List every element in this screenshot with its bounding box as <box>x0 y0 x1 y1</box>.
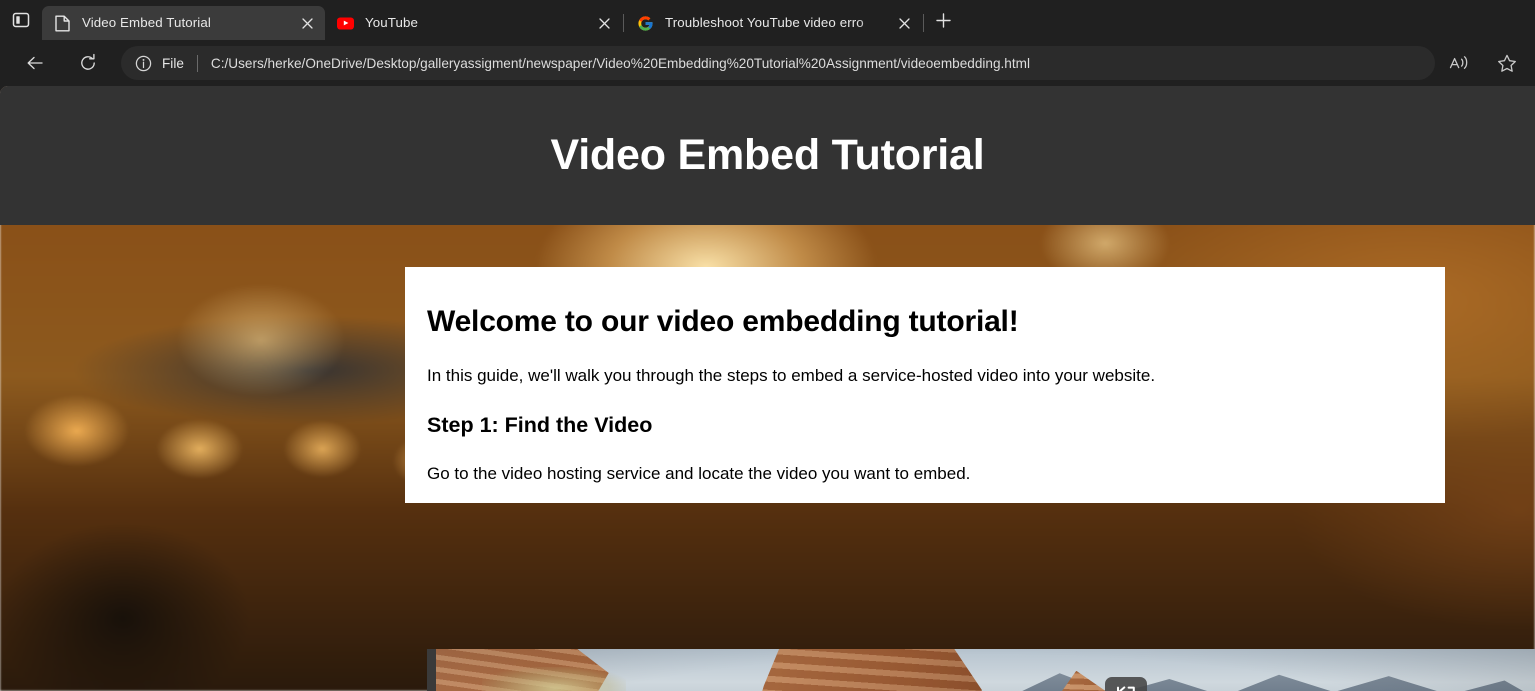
step-1-heading: Step 1: Find the Video <box>427 412 653 437</box>
picture-in-picture-icon <box>1117 686 1135 691</box>
tab-search-button[interactable] <box>0 0 42 40</box>
tab-title: Troubleshoot YouTube video erro <box>665 15 864 30</box>
content-card: Welcome to our video embedding tutorial!… <box>405 267 1445 504</box>
plus-icon <box>935 12 951 28</box>
tab-divider <box>623 14 624 32</box>
tab-youtube[interactable]: YouTube <box>325 6 622 40</box>
tab-divider <box>923 14 924 32</box>
read-aloud-icon <box>1449 55 1467 69</box>
read-aloud-button[interactable] <box>1441 48 1477 78</box>
tab-strip: Video Embed Tutorial YouTube Troubleshoo… <box>0 0 1535 40</box>
step-1-paragraph: Go to the video hosting service and loca… <box>427 464 971 484</box>
close-icon <box>898 17 910 29</box>
video-frame <box>427 649 1535 691</box>
tab-troubleshoot-youtube[interactable]: Troubleshoot YouTube video erro <box>625 6 922 40</box>
tab-search-icon <box>12 12 30 28</box>
page-header-banner: Video Embed Tutorial <box>0 86 1535 225</box>
embedded-video-player[interactable] <box>427 649 1535 691</box>
page-content: Welcome to our video embedding tutorial!… <box>0 225 1535 691</box>
refresh-button[interactable] <box>69 44 107 82</box>
favorite-button[interactable] <box>1489 48 1525 78</box>
back-button[interactable] <box>16 44 54 82</box>
close-icon <box>301 17 313 29</box>
picture-in-picture-button[interactable] <box>1105 677 1147 691</box>
intro-paragraph: In this guide, we'll walk you through th… <box>427 365 1156 385</box>
url-text[interactable]: C:/Users/herke/OneDrive/Desktop/gallerya… <box>211 56 1429 71</box>
document-icon <box>53 14 71 32</box>
welcome-heading: Welcome to our video embedding tutorial! <box>427 305 1019 338</box>
star-icon <box>1498 54 1516 72</box>
google-icon <box>636 14 654 32</box>
tab-close-button[interactable] <box>892 11 916 35</box>
page-viewport: Video Embed Tutorial Welcome to our vide… <box>0 86 1535 691</box>
browser-toolbar: File C:/Users/herke/OneDrive/Desktop/gal… <box>0 40 1535 86</box>
youtube-icon <box>336 14 354 32</box>
new-tab-button[interactable] <box>925 4 961 36</box>
page-title: Video Embed Tutorial <box>550 131 985 179</box>
browser-window: Video Embed Tutorial YouTube Troubleshoo… <box>0 0 1535 691</box>
refresh-icon <box>81 53 95 70</box>
back-arrow-icon <box>27 56 43 70</box>
video-vignette <box>427 649 1535 691</box>
tab-close-button[interactable] <box>295 11 319 35</box>
address-bar[interactable]: File C:/Users/herke/OneDrive/Desktop/gal… <box>121 46 1435 80</box>
video-left-edge <box>427 649 436 691</box>
info-circle-icon[interactable] <box>135 55 152 72</box>
close-icon <box>598 17 610 29</box>
url-scheme-label: File <box>162 55 184 71</box>
omnibox-divider <box>196 54 198 72</box>
tab-title: YouTube <box>365 15 418 30</box>
tab-video-embed-tutorial[interactable]: Video Embed Tutorial <box>42 6 325 40</box>
tab-title: Video Embed Tutorial <box>82 15 211 30</box>
tab-close-button[interactable] <box>592 11 616 35</box>
